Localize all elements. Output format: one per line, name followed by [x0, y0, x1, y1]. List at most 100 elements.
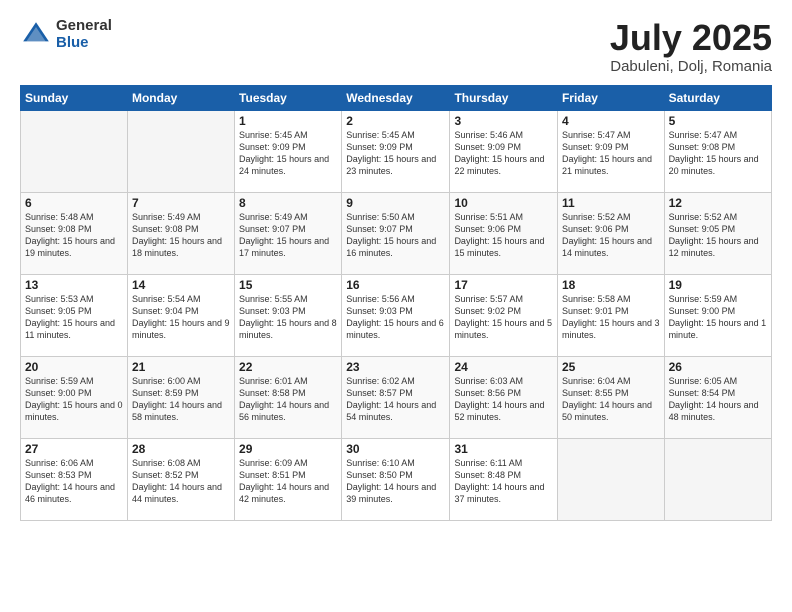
day-number: 30: [346, 442, 445, 456]
cell-info: Sunrise: 6:05 AMSunset: 8:54 PMDaylight:…: [669, 375, 767, 424]
calendar-cell: 26Sunrise: 6:05 AMSunset: 8:54 PMDayligh…: [664, 356, 771, 438]
calendar-cell: 31Sunrise: 6:11 AMSunset: 8:48 PMDayligh…: [450, 438, 558, 520]
calendar-cell: 20Sunrise: 5:59 AMSunset: 9:00 PMDayligh…: [21, 356, 128, 438]
cell-info: Sunrise: 6:04 AMSunset: 8:55 PMDaylight:…: [562, 375, 660, 424]
weekday-header: Monday: [127, 85, 234, 110]
page: General Blue July 2025 Dabuleni, Dolj, R…: [0, 0, 792, 612]
weekday-header-row: SundayMondayTuesdayWednesdayThursdayFrid…: [21, 85, 772, 110]
cell-info: Sunrise: 5:47 AMSunset: 9:08 PMDaylight:…: [669, 129, 767, 178]
calendar-week-row: 20Sunrise: 5:59 AMSunset: 9:00 PMDayligh…: [21, 356, 772, 438]
calendar-cell: [127, 110, 234, 192]
title-block: July 2025 Dabuleni, Dolj, Romania: [610, 18, 772, 75]
cell-info: Sunrise: 6:08 AMSunset: 8:52 PMDaylight:…: [132, 457, 230, 506]
day-number: 10: [454, 196, 553, 210]
day-number: 27: [25, 442, 123, 456]
weekday-header: Sunday: [21, 85, 128, 110]
calendar-cell: 18Sunrise: 5:58 AMSunset: 9:01 PMDayligh…: [557, 274, 664, 356]
cell-info: Sunrise: 5:52 AMSunset: 9:06 PMDaylight:…: [562, 211, 660, 260]
logo: General Blue: [20, 18, 112, 51]
day-number: 12: [669, 196, 767, 210]
logo-text: General Blue: [56, 18, 112, 51]
header: General Blue July 2025 Dabuleni, Dolj, R…: [20, 18, 772, 75]
weekday-header: Thursday: [450, 85, 558, 110]
day-number: 6: [25, 196, 123, 210]
day-number: 3: [454, 114, 553, 128]
calendar-cell: 15Sunrise: 5:55 AMSunset: 9:03 PMDayligh…: [235, 274, 342, 356]
cell-info: Sunrise: 5:54 AMSunset: 9:04 PMDaylight:…: [132, 293, 230, 342]
calendar-cell: 7Sunrise: 5:49 AMSunset: 9:08 PMDaylight…: [127, 192, 234, 274]
day-number: 5: [669, 114, 767, 128]
calendar-cell: 23Sunrise: 6:02 AMSunset: 8:57 PMDayligh…: [342, 356, 450, 438]
calendar-week-row: 1 Sunrise: 5:45 AMSunset: 9:09 PMDaylight…: [21, 110, 772, 192]
cell-info: Sunrise: 5:46 AMSunset: 9:09 PMDaylight:…: [454, 129, 553, 178]
day-number: 16: [346, 278, 445, 292]
calendar-cell: 9Sunrise: 5:50 AMSunset: 9:07 PMDaylight…: [342, 192, 450, 274]
calendar-cell: 1Sunrise: 5:45 AMSunset: 9:09 PMDaylight…: [235, 110, 342, 192]
day-number: 22: [239, 360, 337, 374]
weekday-header: Tuesday: [235, 85, 342, 110]
calendar-cell: 4Sunrise: 5:47 AMSunset: 9:09 PMDaylight…: [557, 110, 664, 192]
calendar-week-row: 27Sunrise: 6:06 AMSunset: 8:53 PMDayligh…: [21, 438, 772, 520]
calendar-cell: 2Sunrise: 5:45 AMSunset: 9:09 PMDaylight…: [342, 110, 450, 192]
cell-info: Sunrise: 5:51 AMSunset: 9:06 PMDaylight:…: [454, 211, 553, 260]
calendar-cell: 30Sunrise: 6:10 AMSunset: 8:50 PMDayligh…: [342, 438, 450, 520]
day-number: 1: [239, 114, 337, 128]
day-number: 13: [25, 278, 123, 292]
day-number: 4: [562, 114, 660, 128]
calendar-cell: 14Sunrise: 5:54 AMSunset: 9:04 PMDayligh…: [127, 274, 234, 356]
cell-info: Sunrise: 6:00 AMSunset: 8:59 PMDaylight:…: [132, 375, 230, 424]
cell-info: Sunrise: 5:50 AMSunset: 9:07 PMDaylight:…: [346, 211, 445, 260]
calendar-cell: [557, 438, 664, 520]
calendar-cell: 21Sunrise: 6:00 AMSunset: 8:59 PMDayligh…: [127, 356, 234, 438]
calendar-cell: [664, 438, 771, 520]
calendar-cell: 22Sunrise: 6:01 AMSunset: 8:58 PMDayligh…: [235, 356, 342, 438]
location: Dabuleni, Dolj, Romania: [610, 58, 772, 75]
day-number: 19: [669, 278, 767, 292]
logo-blue: Blue: [56, 35, 112, 52]
calendar-cell: 28Sunrise: 6:08 AMSunset: 8:52 PMDayligh…: [127, 438, 234, 520]
cell-info: Sunrise: 6:06 AMSunset: 8:53 PMDaylight:…: [25, 457, 123, 506]
day-number: 7: [132, 196, 230, 210]
day-number: 20: [25, 360, 123, 374]
cell-info: Sunrise: 5:53 AMSunset: 9:05 PMDaylight:…: [25, 293, 123, 342]
cell-info: Sunrise: 6:09 AMSunset: 8:51 PMDaylight:…: [239, 457, 337, 506]
day-number: 23: [346, 360, 445, 374]
calendar-cell: 24Sunrise: 6:03 AMSunset: 8:56 PMDayligh…: [450, 356, 558, 438]
day-number: 14: [132, 278, 230, 292]
day-number: 26: [669, 360, 767, 374]
day-number: 28: [132, 442, 230, 456]
cell-info: Sunrise: 5:52 AMSunset: 9:05 PMDaylight:…: [669, 211, 767, 260]
cell-info: Sunrise: 5:58 AMSunset: 9:01 PMDaylight:…: [562, 293, 660, 342]
weekday-header: Wednesday: [342, 85, 450, 110]
calendar: SundayMondayTuesdayWednesdayThursdayFrid…: [20, 85, 772, 521]
cell-info: Sunrise: 6:03 AMSunset: 8:56 PMDaylight:…: [454, 375, 553, 424]
calendar-cell: 29Sunrise: 6:09 AMSunset: 8:51 PMDayligh…: [235, 438, 342, 520]
day-number: 21: [132, 360, 230, 374]
cell-info: Sunrise: 5:48 AMSunset: 9:08 PMDaylight:…: [25, 211, 123, 260]
calendar-cell: 16Sunrise: 5:56 AMSunset: 9:03 PMDayligh…: [342, 274, 450, 356]
cell-info: Sunrise: 6:10 AMSunset: 8:50 PMDaylight:…: [346, 457, 445, 506]
day-number: 31: [454, 442, 553, 456]
calendar-cell: 10Sunrise: 5:51 AMSunset: 9:06 PMDayligh…: [450, 192, 558, 274]
calendar-cell: 12Sunrise: 5:52 AMSunset: 9:05 PMDayligh…: [664, 192, 771, 274]
cell-info: Sunrise: 5:55 AMSunset: 9:03 PMDaylight:…: [239, 293, 337, 342]
cell-info: Sunrise: 5:56 AMSunset: 9:03 PMDaylight:…: [346, 293, 445, 342]
cell-info: Sunrise: 5:47 AMSunset: 9:09 PMDaylight:…: [562, 129, 660, 178]
day-number: 11: [562, 196, 660, 210]
logo-icon: [20, 19, 52, 51]
cell-info: Sunrise: 5:59 AMSunset: 9:00 PMDaylight:…: [669, 293, 767, 342]
day-number: 15: [239, 278, 337, 292]
cell-info: Sunrise: 5:45 AMSunset: 9:09 PMDaylight:…: [346, 129, 445, 178]
calendar-cell: 3Sunrise: 5:46 AMSunset: 9:09 PMDaylight…: [450, 110, 558, 192]
month-title: July 2025: [610, 18, 772, 58]
cell-info: Sunrise: 5:57 AMSunset: 9:02 PMDaylight:…: [454, 293, 553, 342]
day-number: 2: [346, 114, 445, 128]
calendar-cell: 5Sunrise: 5:47 AMSunset: 9:08 PMDaylight…: [664, 110, 771, 192]
calendar-cell: 19Sunrise: 5:59 AMSunset: 9:00 PMDayligh…: [664, 274, 771, 356]
weekday-header: Friday: [557, 85, 664, 110]
logo-general: General: [56, 18, 112, 35]
cell-info: Sunrise: 6:11 AMSunset: 8:48 PMDaylight:…: [454, 457, 553, 506]
calendar-cell: 27Sunrise: 6:06 AMSunset: 8:53 PMDayligh…: [21, 438, 128, 520]
day-number: 17: [454, 278, 553, 292]
day-number: 29: [239, 442, 337, 456]
